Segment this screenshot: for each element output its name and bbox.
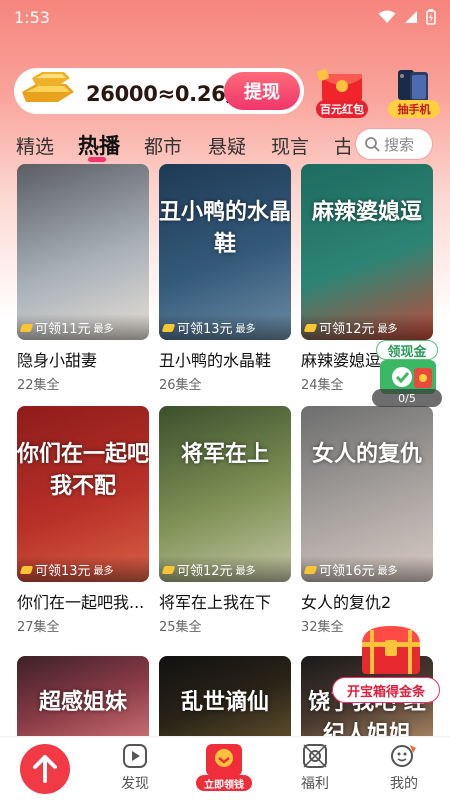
signal-icon	[405, 11, 417, 23]
drama-card[interactable]: 丑小鸭的水晶鞋 可领13元 最多 丑小鸭的水晶鞋 26集全	[159, 164, 291, 393]
reward-max-label: 最多	[377, 323, 398, 335]
treasure-chest-widget[interactable]: 开宝箱得金条	[332, 622, 440, 706]
category-tabs: 精选 热播 都市 悬疑 现言 古 搜索	[0, 128, 450, 164]
search-placeholder: 搜索	[384, 135, 415, 154]
tab-hot[interactable]: 热播	[78, 130, 120, 160]
drama-episode-count: 27集全	[17, 620, 60, 635]
tab-ancient[interactable]: 古	[334, 132, 350, 159]
nav-welfare-label: 福利	[301, 776, 329, 792]
nav-claim-money-label: 立即领钱	[196, 775, 252, 791]
wifi-icon	[378, 10, 396, 23]
nav-profile[interactable]: 我的	[372, 743, 436, 799]
drama-title[interactable]: 丑小鸭的水晶鞋	[159, 347, 291, 371]
reward-text: 可领12元	[177, 563, 233, 579]
claim-cash-progress: 0/5	[372, 389, 442, 407]
profile-icon	[391, 745, 416, 767]
search-icon	[365, 137, 380, 152]
promo-red-envelope-label: 百元红包	[316, 100, 368, 118]
coin-icon	[303, 324, 318, 332]
tab-urban[interactable]: 都市	[144, 132, 182, 159]
coin-balance-banner[interactable]: 26000≈0.26元 提现	[14, 68, 304, 114]
nav-welfare[interactable]: 福利	[283, 743, 347, 799]
play-icon	[123, 744, 147, 768]
reward-badge: 可领12元 最多	[159, 556, 291, 582]
promo-red-envelope[interactable]: 百元红包	[312, 66, 372, 118]
reward-text: 可领13元	[35, 563, 91, 579]
drama-episode-count: 22集全	[17, 378, 60, 393]
drama-poster[interactable]: 将军在上可领12元 最多	[159, 406, 291, 582]
scroll-to-top-button[interactable]	[20, 744, 70, 794]
reward-badge: 可领12元 最多	[301, 314, 433, 340]
tab-featured[interactable]: 精选	[16, 132, 54, 159]
drama-poster[interactable]: 你们在一起吧 我不配可领13元 最多	[17, 406, 149, 582]
reward-badge: 可领13元 最多	[17, 556, 149, 582]
drama-card[interactable]: 将军在上 可领12元 最多 将军在上我在下 25集全	[159, 406, 291, 635]
treasure-chest-label: 开宝箱得金条	[332, 677, 440, 703]
poster-title-art: 乱世谪仙	[180, 690, 269, 715]
drama-card[interactable]: 超感姐妹	[17, 656, 149, 736]
status-icons	[378, 9, 436, 25]
drama-title[interactable]: 隐身小甜妻	[17, 347, 149, 371]
tab-modern-romance[interactable]: 现言	[271, 132, 309, 159]
status-bar: 1:53	[0, 0, 450, 34]
drama-poster[interactable]: 超感姐妹	[17, 656, 149, 736]
treasure-chest-icon	[362, 626, 420, 674]
reward-max-label: 最多	[93, 323, 114, 335]
reward-badge: 可领16元 最多	[301, 556, 433, 582]
coin-icon	[303, 566, 318, 574]
promo-phone-label: 抽手机	[388, 100, 440, 118]
reward-max-label: 最多	[93, 565, 114, 577]
drama-poster[interactable]: 女人的复仇可领16元 最多	[301, 406, 433, 582]
poster-title-art: 麻辣婆媳逗	[311, 200, 422, 225]
drama-episode-count: 26集全	[159, 378, 202, 393]
tab-suspense[interactable]: 悬疑	[208, 132, 246, 159]
coin-icon	[161, 566, 176, 574]
arrow-up-icon	[33, 755, 57, 783]
reward-text: 可领11元	[35, 321, 91, 337]
drama-card[interactable]: 可领11元 最多 隐身小甜妻 22集全	[17, 164, 149, 393]
coin-icon	[19, 566, 34, 574]
claim-cash-label: 领现金	[376, 340, 438, 360]
active-tab-indicator	[88, 157, 106, 162]
status-time: 1:53	[14, 7, 50, 27]
drama-card[interactable]: 你们在一起吧 我不配 可领13元 最多 你们在一起吧我... 27集全	[17, 406, 149, 635]
reward-badge: 可领13元 最多	[159, 314, 291, 340]
reward-badge: 可领11元 最多	[17, 314, 149, 340]
promo-phone[interactable]: 抽手机	[384, 66, 444, 118]
drama-episode-count: 25集全	[159, 620, 202, 635]
reward-text: 可领12元	[319, 321, 375, 337]
drama-card[interactable]: 女人的复仇 可领16元 最多 女人的复仇2 32集全	[301, 406, 433, 635]
drama-title[interactable]: 将军在上我在下	[159, 589, 291, 613]
drama-poster[interactable]: 丑小鸭的水晶鞋可领13元 最多	[159, 164, 291, 340]
poster-title-art: 女人的复仇	[311, 442, 422, 467]
nav-discover[interactable]: 发现	[103, 743, 167, 799]
poster-title-art: 丑小鸭的水晶鞋	[159, 200, 291, 257]
nav-claim-money[interactable]: 立即领钱	[196, 742, 252, 792]
coin-balance-text: 26000≈0.26元	[86, 82, 247, 106]
battery-icon	[426, 9, 436, 25]
coin-icon	[161, 324, 176, 332]
poster-title-art: 将军在上	[180, 442, 269, 467]
gold-bars-icon	[22, 68, 74, 102]
poster-title-art: 你们在一起吧 我不配	[17, 442, 149, 499]
coin-icon	[19, 324, 34, 332]
welfare-icon	[303, 744, 327, 768]
drama-poster[interactable]: 乱世谪仙	[159, 656, 291, 736]
reward-max-label: 最多	[235, 565, 256, 577]
reward-text: 可领16元	[319, 563, 375, 579]
drama-card[interactable]: 乱世谪仙	[159, 656, 291, 736]
drama-poster[interactable]: 可领11元 最多	[17, 164, 149, 340]
search-input[interactable]: 搜索	[355, 128, 433, 160]
reward-max-label: 最多	[377, 565, 398, 577]
nav-discover-label: 发现	[121, 776, 149, 792]
withdraw-button[interactable]: 提现	[224, 72, 300, 110]
drama-title[interactable]: 你们在一起吧我...	[17, 589, 149, 613]
reward-max-label: 最多	[235, 323, 256, 335]
poster-title-art: 超感姐妹	[38, 690, 127, 715]
drama-poster[interactable]: 麻辣婆媳逗可领12元 最多	[301, 164, 433, 340]
nav-profile-label: 我的	[390, 776, 418, 792]
drama-title[interactable]: 女人的复仇2	[301, 589, 433, 613]
reward-text: 可领13元	[177, 321, 233, 337]
